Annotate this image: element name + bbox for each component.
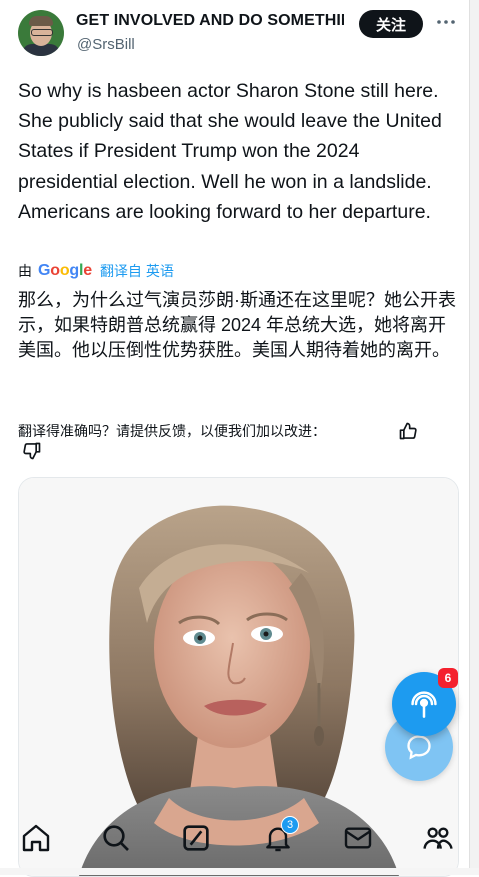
author-handle[interactable]: @SrsBill [77,36,135,53]
google-logo: Google [38,262,92,279]
home-icon[interactable] [20,822,52,854]
translated-from-link[interactable]: 翻译自 英语 [100,261,174,281]
thumbs-up-icon[interactable] [398,421,418,441]
avatar-glasses [31,29,53,36]
window-edge [469,0,479,875]
messages-icon[interactable] [342,822,374,854]
author-name[interactable]: GET INVOLVED AND DO SOMETHING [76,12,344,30]
grok-icon[interactable] [180,822,212,854]
communities-icon[interactable] [422,822,454,854]
window-bottom-edge [0,868,479,875]
spaces-count-badge: 6 [438,668,458,688]
avatar-hair [29,16,53,26]
translated-by: 由 Google 翻译自 英语 [18,260,174,282]
avatar[interactable] [18,10,64,56]
search-icon[interactable] [100,822,132,854]
notifications-count-badge: 3 [281,816,299,834]
translation-feedback-prompt: 翻译得准确吗？请提供反馈，以便我们加以改进： [18,423,326,439]
translated-text: 那么，为什么过气演员莎朗·斯通还在这里呢？她公开表示，如果特朗普总统赢得 202… [18,290,456,360]
tweet-header: GET INVOLVED AND DO SOMETHING @SrsBill 关… [0,0,469,68]
more-horizontal-icon[interactable] [434,10,458,34]
tweet-text: So why is hasbeen actor Sharon Stone sti… [18,80,442,223]
translated-by-prefix: 由 [18,263,32,279]
message-plus-icon [407,735,431,760]
bottom-nav [0,808,469,868]
thumbs-down-icon[interactable] [22,441,42,461]
follow-button[interactable]: 关注 [359,10,423,38]
spaces-mic-icon [411,691,437,718]
